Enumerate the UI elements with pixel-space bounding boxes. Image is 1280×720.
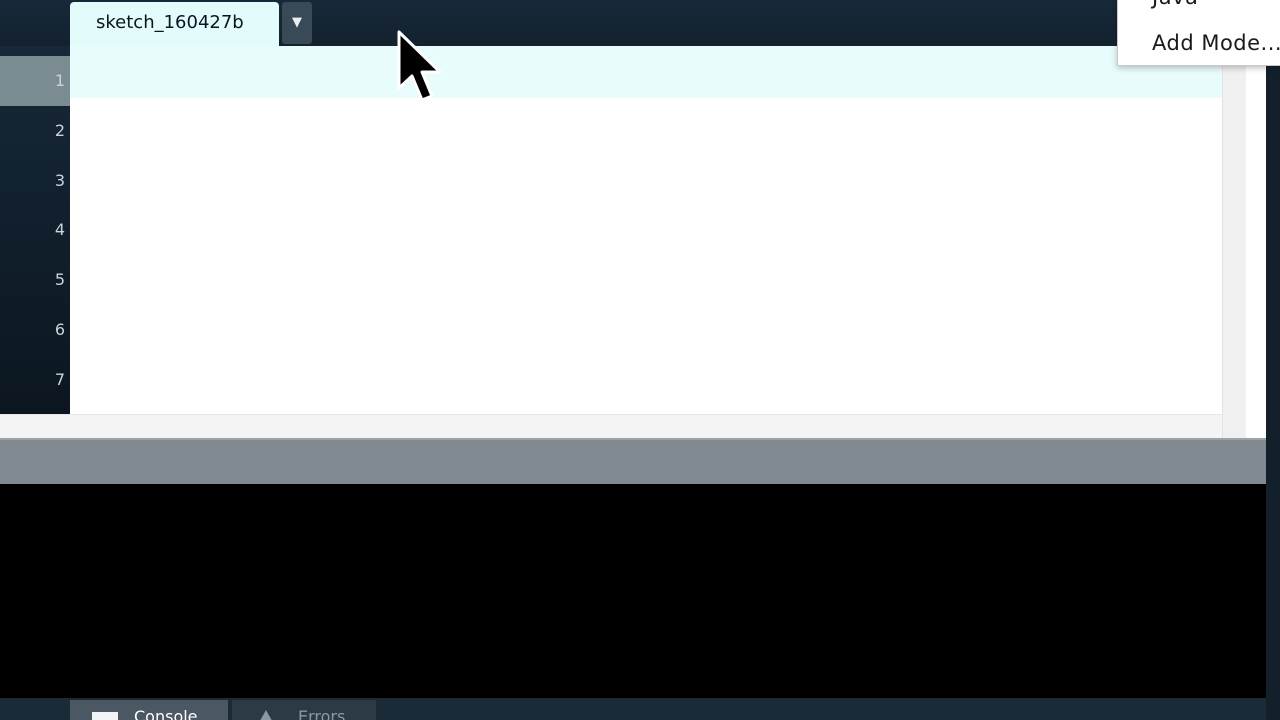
editor-right-margin xyxy=(1246,46,1266,438)
line-number: 5 xyxy=(54,270,65,289)
code-editor[interactable] xyxy=(70,46,1222,414)
tab-errors[interactable]: Errors xyxy=(232,700,376,720)
line-number: 2 xyxy=(54,121,65,140)
line-number: 7 xyxy=(54,370,65,389)
line-number-gutter: 1 2 3 4 5 6 7 xyxy=(0,46,70,414)
menu-item-add-mode-label: Add Mode... xyxy=(1152,31,1280,55)
tab-console[interactable]: Console xyxy=(70,700,228,720)
tab-sketch[interactable]: sketch_160427b xyxy=(70,2,279,46)
line-number: 4 xyxy=(54,220,65,239)
mode-dropdown-menu: ✓ Java Add Mode... xyxy=(1117,0,1280,66)
console-splitter[interactable] xyxy=(0,438,1266,484)
warning-icon xyxy=(256,710,276,720)
menu-item-java-label: Java xyxy=(1152,0,1198,9)
window-edge xyxy=(1266,46,1280,720)
console-icon xyxy=(92,712,118,720)
checkmark-icon: ✓ xyxy=(1128,0,1144,6)
tab-menu-button[interactable]: ▼ xyxy=(282,2,312,44)
tab-errors-label: Errors xyxy=(298,707,346,720)
footer-tabs: Console Errors xyxy=(0,698,1266,720)
tab-console-label: Console xyxy=(134,707,198,720)
line-number: 6 xyxy=(54,320,65,339)
editor-header: sketch_160427b ▼ xyxy=(0,0,1280,46)
chevron-down-icon: ▼ xyxy=(292,15,302,30)
mouse-pointer-icon xyxy=(397,30,442,102)
console-output xyxy=(0,484,1266,698)
tab-sketch-label: sketch_160427b xyxy=(96,12,244,33)
vertical-scrollbar[interactable] xyxy=(1222,46,1247,438)
menu-item-add-mode[interactable]: Add Mode... xyxy=(1152,31,1280,55)
current-line-highlight xyxy=(70,46,1222,98)
horizontal-scrollbar[interactable] xyxy=(0,414,1222,438)
line-number: 1 xyxy=(54,71,65,90)
line-number: 3 xyxy=(54,171,65,190)
